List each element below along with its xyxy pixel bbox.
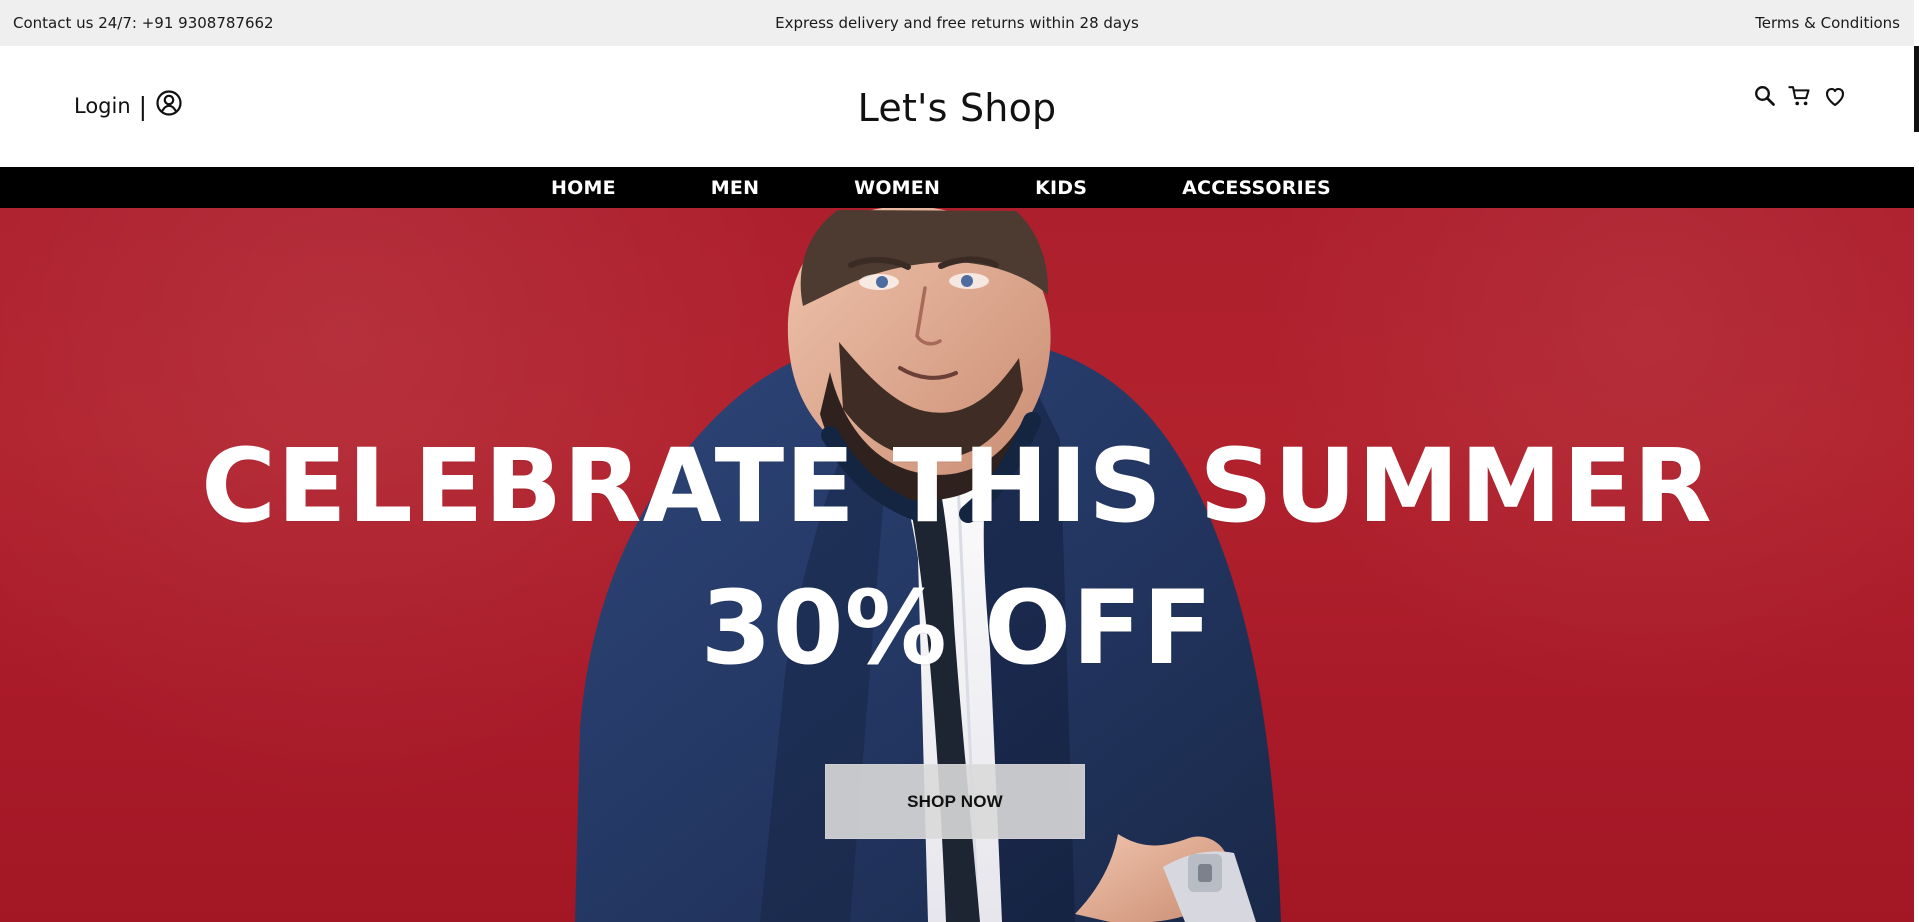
scrollbar-thumb[interactable]	[1914, 46, 1919, 132]
login-area: Login |	[74, 89, 183, 121]
scrollbar-track[interactable]	[1914, 0, 1919, 922]
hero-offer: 30% OFF	[700, 569, 1214, 688]
nav-list: HOME MEN WOMEN KIDS ACCESSORIES	[551, 177, 1331, 199]
nav-home[interactable]: HOME	[551, 177, 616, 199]
login-separator: |	[138, 92, 148, 121]
brand-logo[interactable]: Let's Shop	[858, 86, 1057, 130]
nav-men[interactable]: MEN	[711, 177, 759, 199]
delivery-message: Express delivery and free returns within…	[775, 14, 1139, 32]
main-navigation: HOME MEN WOMEN KIDS ACCESSORIES	[0, 167, 1914, 208]
top-bar: Contact us 24/7: +91 9308787662 Express …	[0, 0, 1914, 46]
hero-headline: CELEBRATE THIS SUMMER	[201, 427, 1713, 546]
terms-link[interactable]: Terms & Conditions	[1755, 14, 1900, 32]
nav-women[interactable]: WOMEN	[854, 177, 940, 199]
shop-now-button[interactable]: SHOP NOW	[825, 764, 1085, 839]
nav-kids[interactable]: KIDS	[1035, 177, 1087, 199]
user-icon[interactable]	[155, 89, 183, 117]
heart-icon[interactable]	[1822, 82, 1848, 110]
header-icons	[1752, 82, 1848, 110]
contact-text: Contact us 24/7: +91 9308787662	[13, 14, 274, 32]
nav-accessories[interactable]: ACCESSORIES	[1182, 177, 1331, 199]
site-header: Login | Let's Shop	[0, 46, 1914, 167]
hero-banner: CELEBRATE THIS SUMMER 30% OFF SHOP NOW	[0, 208, 1914, 922]
login-link[interactable]: Login	[74, 94, 131, 118]
search-icon[interactable]	[1752, 82, 1778, 110]
page: Contact us 24/7: +91 9308787662 Express …	[0, 0, 1919, 922]
cart-icon[interactable]	[1787, 82, 1813, 110]
